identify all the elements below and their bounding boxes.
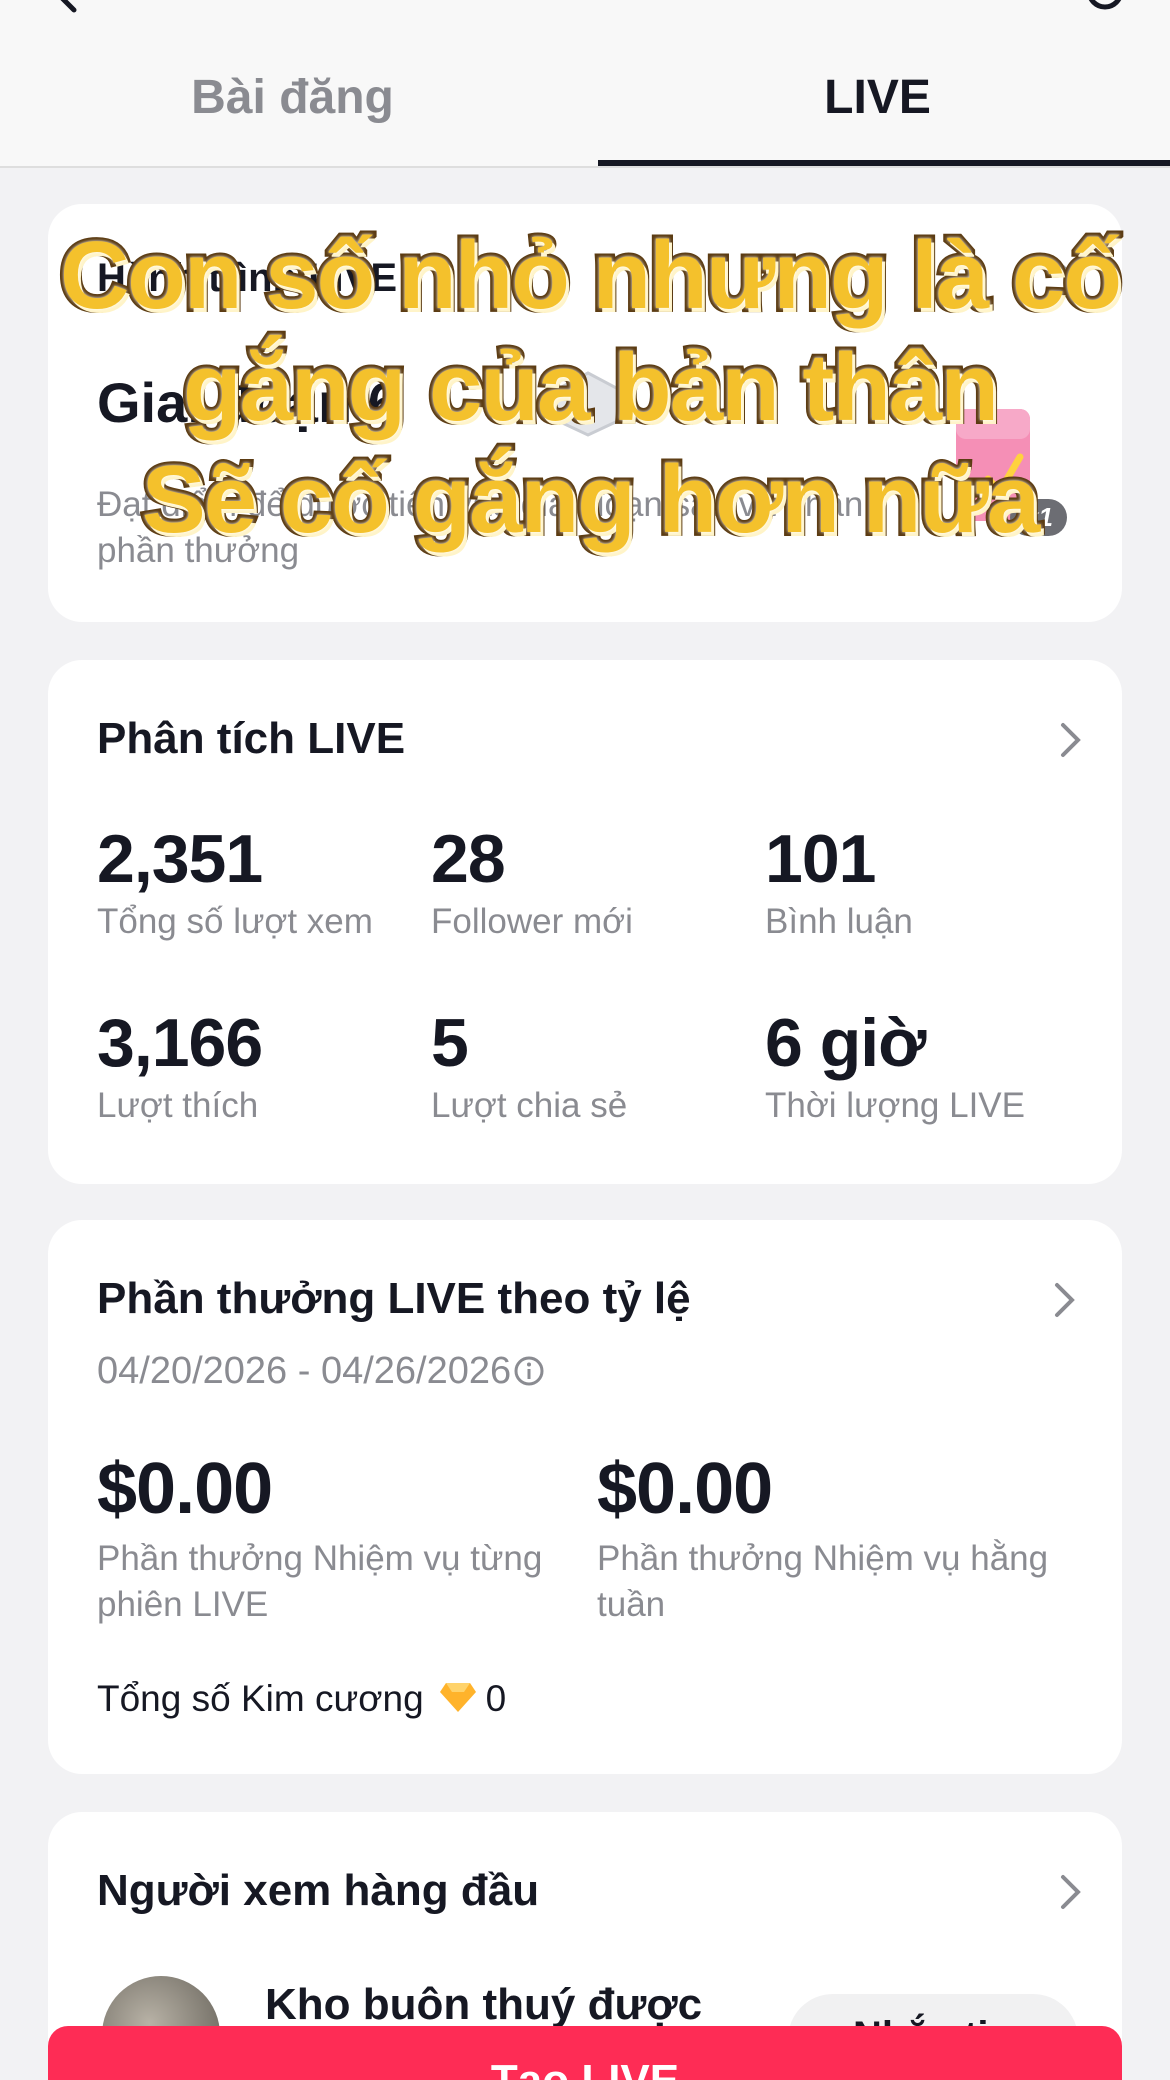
top-bar: Bài đăng LIVE xyxy=(0,0,1170,168)
stat-comments: 101 Bình luận xyxy=(765,820,1085,942)
rewards-title: Phần thưởng LIVE theo tỷ lệ xyxy=(97,1274,691,1323)
journey-description: Đạt điểm để được tiến vào giai đoạn sau … xyxy=(97,485,864,570)
reward-label: Phần thưởng Nhiệm vụ từng phiên LIVE xyxy=(97,1539,543,1624)
back-arrow-icon[interactable] xyxy=(44,0,88,14)
go-live-button[interactable]: Tạo LIVE xyxy=(48,2026,1122,2080)
stat-value: 6 giờ xyxy=(765,1005,926,1081)
reward-label: Phần thưởng Nhiệm vụ hằng tuần xyxy=(597,1539,1049,1624)
stat-value: 28 xyxy=(431,821,506,897)
level-badge-icon xyxy=(548,369,628,439)
gear-icon[interactable] xyxy=(1080,0,1130,16)
live-analytics-card[interactable]: Phân tích LIVE 2,351 Tổng số lượt xem 28… xyxy=(48,660,1122,1184)
chevron-right-icon[interactable] xyxy=(1058,262,1084,302)
diamonds-label: Tổng số Kim cương xyxy=(97,1678,424,1719)
viewer-name[interactable]: Kho buôn thuý được xyxy=(265,1980,702,2030)
journey-level: Giai đoạn 6 xyxy=(97,371,399,434)
stat-shares: 5 Lượt chia sẻ xyxy=(431,1004,751,1126)
stat-value: 2,351 xyxy=(97,821,263,897)
live-rewards-card[interactable]: Phần thưởng LIVE theo tỷ lệ 04/20/2026 -… xyxy=(48,1220,1122,1774)
stat-label: Tổng số lượt xem xyxy=(97,902,373,941)
reward-date-range: 04/20/2026 - 04/26/2026 xyxy=(97,1350,545,1393)
reward-value: $0.00 xyxy=(97,1449,273,1529)
stat-value: 3,166 xyxy=(97,1005,263,1081)
stat-new-followers: 28 Follower mới xyxy=(431,820,751,942)
stat-label: Thời lượng LIVE xyxy=(765,1086,1025,1125)
reward-per-session: $0.00 Phần thưởng Nhiệm vụ từng phiên LI… xyxy=(97,1448,577,1628)
top-viewers-title: Người xem hàng đầu xyxy=(97,1866,540,1915)
stat-label: Lượt chia sẻ xyxy=(431,1086,628,1125)
tab-posts[interactable]: Bài đăng xyxy=(0,70,585,125)
analytics-title: Phân tích LIVE xyxy=(97,714,406,763)
live-journey-card[interactable]: Hành trình LIVE Giai đoạn 6 Đạt điểm để … xyxy=(48,204,1122,622)
journey-title: Hành trình LIVE xyxy=(97,256,397,300)
stat-label: Lượt thích xyxy=(97,1086,259,1125)
chevron-right-icon[interactable] xyxy=(1052,1280,1078,1320)
stat-value: 101 xyxy=(765,821,876,897)
chevron-right-icon[interactable] xyxy=(1058,720,1084,760)
stat-label: Follower mới xyxy=(431,902,633,941)
active-tab-indicator xyxy=(598,160,1170,166)
info-icon[interactable] xyxy=(513,1354,545,1386)
reward-weekly: $0.00 Phần thưởng Nhiệm vụ hằng tuần xyxy=(597,1448,1077,1628)
stat-likes: 3,166 Lượt thích xyxy=(97,1004,417,1126)
chevron-right-icon[interactable] xyxy=(1058,1872,1084,1912)
stat-value: 5 xyxy=(431,1005,469,1081)
diamond-icon xyxy=(438,1679,478,1715)
stat-total-views: 2,351 Tổng số lượt xem xyxy=(97,820,417,942)
multiplier-badge: x1 xyxy=(1010,499,1067,536)
total-diamonds: Tổng số Kim cương 0 xyxy=(97,1678,506,1720)
diamonds-value: 0 xyxy=(485,1678,507,1719)
tab-live[interactable]: LIVE xyxy=(585,70,1170,125)
stat-label: Bình luận xyxy=(765,902,913,941)
reward-value: $0.00 xyxy=(597,1449,773,1529)
date-range-text: 04/20/2026 - 04/26/2026 xyxy=(97,1350,512,1392)
stat-live-duration: 6 giờ Thời lượng LIVE xyxy=(765,1004,1085,1126)
